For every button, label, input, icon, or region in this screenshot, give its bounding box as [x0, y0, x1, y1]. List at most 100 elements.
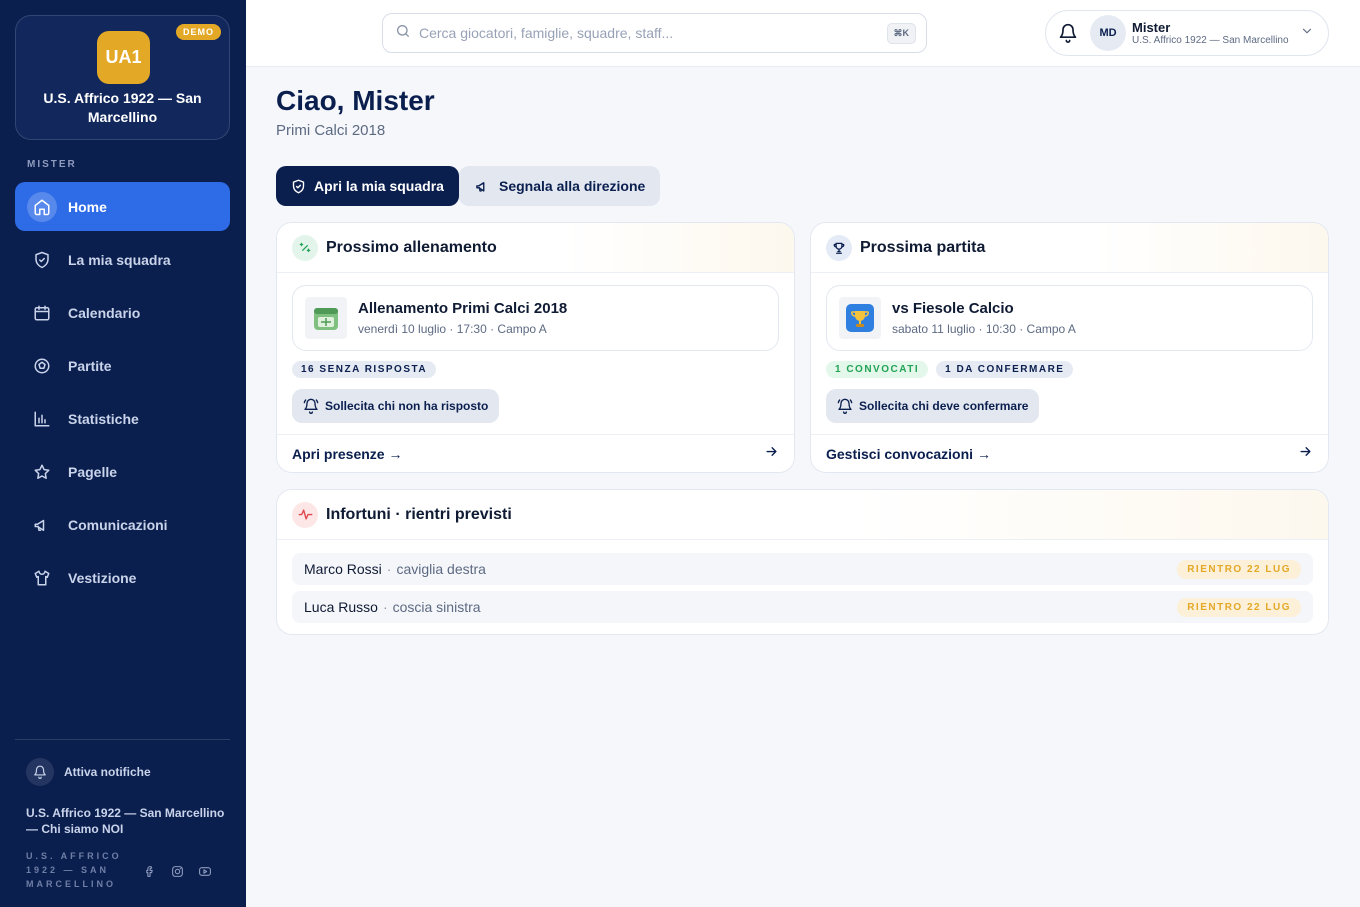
match-badges: 1 CONVOCATI 1 DA CONFERMARE [826, 361, 1081, 378]
separator: · [382, 599, 388, 615]
remind-label: Sollecita chi deve confermare [859, 399, 1029, 413]
footer-link-label: Gestisci convocazioni → [826, 445, 991, 462]
user-name: Mister [1132, 19, 1171, 35]
card-title: Prossima partita [860, 238, 986, 256]
sidebar-item-la-mia-squadra[interactable]: La mia squadra [15, 235, 230, 284]
player-name: Luca Russo [304, 599, 378, 615]
club-logo: UA1 [97, 31, 150, 84]
footer-club-caption: U.S. AFFRICO 1922 — SAN MARCELLINO [26, 851, 122, 889]
instagram-icon[interactable] [169, 863, 185, 879]
sidebar-item-label: Comunicazioni [68, 516, 168, 533]
match-event-text: vs Fiesole Calcio sabato 11 luglio · 10:… [892, 299, 1076, 338]
user-menu[interactable]: MD Mister U.S. Affrico 1922 — San Marcel… [1045, 10, 1329, 56]
report-button[interactable]: Segnala alla direzione [459, 166, 661, 206]
injury-part: coscia sinistra [392, 599, 481, 615]
sidebar-item-home[interactable]: Home [15, 182, 230, 231]
sidebar-item-label: La mia squadra [68, 251, 171, 268]
sidebar-item-partite[interactable]: Partite [15, 341, 230, 390]
match-event-details: sabato 11 luglio · 10:30 · Campo A [892, 321, 1076, 336]
manage-callups-link[interactable]: Gestisci convocazioni → [811, 434, 1328, 472]
bell-ring-icon [837, 398, 853, 414]
remind-confirm-button[interactable]: Sollecita chi deve confermare [826, 389, 1040, 423]
player-name: Marco Rossi [304, 561, 382, 577]
enable-notifications-label: Attiva notifiche [64, 765, 151, 779]
sidebar-item-label: Home [68, 198, 107, 215]
shield-icon [27, 245, 57, 275]
open-attendance-link[interactable]: Apri presenze → [277, 434, 794, 472]
footer-link-label: Apri presenze → [292, 445, 403, 462]
sidebar-item-vestizione[interactable]: Vestizione [15, 553, 230, 602]
home-icon [27, 191, 57, 222]
sidebar-item-label: Calendario [68, 304, 141, 321]
trophy-icon [826, 234, 852, 261]
sidebar-item-pagelle[interactable]: Pagelle [15, 447, 230, 496]
match-event[interactable]: vs Fiesole Calcio sabato 11 luglio · 10:… [826, 285, 1313, 351]
calendar-icon [305, 297, 347, 339]
sidebar-item-comunicazioni[interactable]: Comunicazioni [15, 500, 230, 549]
return-badge: RIENTRO 22 LUG [1177, 597, 1301, 617]
avatar: MD [1090, 15, 1126, 51]
training-event-title: Allenamento Primi Calci 2018 [358, 299, 568, 317]
whistle-icon [292, 234, 318, 261]
card-header: Prossima partita [811, 223, 1328, 273]
arrow-right-icon [764, 444, 779, 464]
training-event-details: venerdì 10 luglio · 17:30 · Campo A [358, 321, 547, 336]
return-badge: RIENTRO 22 LUG [1177, 559, 1301, 579]
injury-part: caviglia destra [396, 561, 486, 577]
sidebar-item-label: Pagelle [68, 463, 118, 480]
topbar: ⌘K MD Mister U.S. Affrico 1922 — San Mar… [246, 0, 1360, 67]
list-item[interactable]: Luca Russo · coscia sinistra RIENTRO 22 … [292, 591, 1313, 623]
sidebar-nav: Home La mia squadra Calendario Partite S… [15, 182, 230, 606]
card-title: Infortuni · rientri previsti [326, 505, 512, 523]
star-icon [27, 457, 57, 487]
enable-notifications-button[interactable]: Attiva notifiche [26, 758, 151, 786]
sidebar-item-calendario[interactable]: Calendario [15, 288, 230, 337]
team-subtitle: Primi Calci 2018 [276, 122, 386, 139]
sidebar-item-statistiche[interactable]: Statistiche [15, 394, 230, 443]
card-header: Prossimo allenamento [277, 223, 794, 273]
remind-unanswered-button[interactable]: Sollecita chi non ha risposto [292, 389, 500, 423]
arrow-right-icon [1298, 444, 1313, 464]
demo-badge: DEMO [176, 24, 221, 40]
club-name: U.S. Affrico 1922 — San Marcellino [43, 90, 202, 125]
search-shortcut: ⌘K [886, 22, 916, 44]
sidebar-item-label: Partite [68, 357, 112, 374]
sidebar: UA1 DEMO U.S. Affrico 1922 — San Marcell… [0, 0, 246, 907]
next-match-card: Prossima partita vs Fiesole Calcio sabat… [810, 222, 1329, 473]
training-event-text: Allenamento Primi Calci 2018 venerdì 10 … [358, 299, 567, 338]
list-item[interactable]: Marco Rossi · caviglia destra RIENTRO 22… [292, 553, 1313, 585]
injuries-card: Infortuni · rientri previsti Marco Rossi… [276, 489, 1329, 635]
match-event-title: vs Fiesole Calcio [892, 299, 1014, 317]
heartbeat-icon [292, 501, 318, 528]
open-team-label: Apri la mia squadra [314, 178, 444, 194]
bell-ring-icon [303, 398, 319, 414]
separator: · [386, 561, 392, 577]
trophy-icon [839, 297, 881, 339]
facebook-icon[interactable] [141, 863, 157, 879]
search-bar[interactable]: ⌘K [382, 13, 927, 53]
chevron-down-icon [1300, 24, 1314, 43]
report-label: Segnala alla direzione [499, 178, 646, 194]
club-card[interactable]: UA1 DEMO U.S. Affrico 1922 — San Marcell… [15, 15, 230, 140]
remind-label: Sollecita chi non ha risposto [325, 399, 489, 413]
next-training-card: Prossimo allenamento Allenamento Primi C… [276, 222, 795, 473]
user-info: Mister U.S. Affrico 1922 — San Marcellin… [1132, 20, 1289, 47]
card-header: Infortuni · rientri previsti [277, 490, 1328, 540]
megaphone-icon [27, 510, 57, 540]
status-badge: 1 CONVOCATI [826, 361, 929, 378]
bell-icon [26, 758, 54, 786]
shirt-icon [27, 563, 57, 593]
open-team-button[interactable]: Apri la mia squadra [276, 166, 459, 206]
shield-icon [292, 179, 305, 193]
search-input[interactable] [419, 25, 887, 41]
notifications-bell-icon[interactable] [1046, 23, 1090, 43]
calendar-icon [27, 298, 57, 328]
footer-club-link[interactable]: U.S. Affrico 1922 — San Marcellino — Chi… [26, 805, 226, 837]
status-badge: 1 DA CONFERMARE [936, 361, 1074, 378]
card-title: Prossimo allenamento [326, 238, 497, 256]
soccer-ball-icon [27, 351, 57, 381]
training-event[interactable]: Allenamento Primi Calci 2018 venerdì 10 … [292, 285, 779, 351]
search-icon [395, 23, 411, 44]
bar-chart-icon [27, 404, 57, 434]
youtube-icon[interactable] [197, 863, 213, 879]
